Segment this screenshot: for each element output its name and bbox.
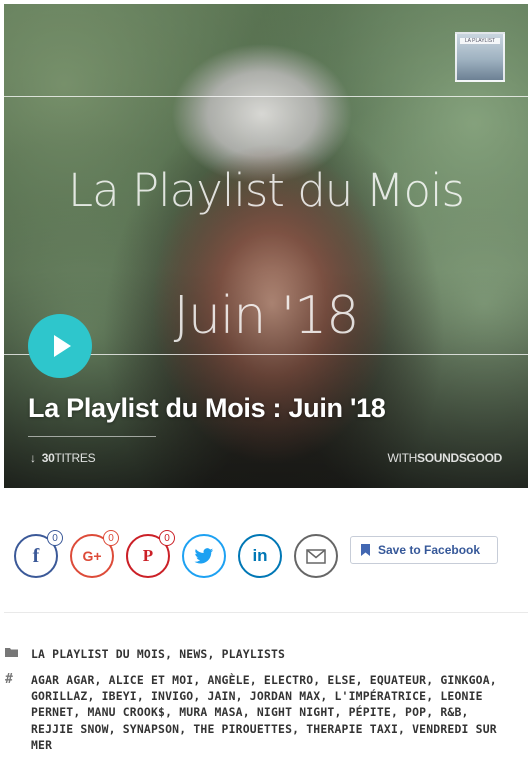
cover-title-line1: La Playlist du Mois bbox=[68, 164, 465, 217]
with-prefix: WITH bbox=[387, 451, 418, 465]
bookmark-icon bbox=[361, 544, 370, 556]
folder-icon bbox=[5, 646, 19, 660]
share-email-button[interactable] bbox=[294, 534, 338, 578]
save-to-facebook-label: Save to Facebook bbox=[378, 543, 481, 557]
share-facebook-button[interactable]: f 0 bbox=[14, 530, 63, 578]
cover-top-rule bbox=[4, 96, 528, 97]
playlist-player: La Playlist du Mois Juin '18 LA PLAYLIST… bbox=[4, 4, 528, 488]
track-count-number: 30 bbox=[41, 451, 55, 465]
facebook-icon: f bbox=[32, 544, 40, 567]
linkedin-icon: in bbox=[252, 546, 268, 565]
facebook-share-count: 0 bbox=[47, 530, 63, 546]
google-plus-icon: G+ bbox=[82, 548, 102, 564]
playlist-title[interactable]: La Playlist du Mois : Juin '18 bbox=[28, 393, 386, 424]
pinterest-icon: P bbox=[142, 546, 154, 565]
hashtag-icon: # bbox=[5, 672, 14, 687]
category-link[interactable]: NEWS bbox=[179, 647, 207, 661]
soundsgood-brand: SOUNDSGOOD bbox=[416, 451, 502, 465]
save-to-facebook-button[interactable]: Save to Facebook bbox=[350, 536, 498, 564]
category-link[interactable]: LA PLAYLIST DU MOIS bbox=[31, 647, 165, 661]
playlist-thumbnail[interactable]: LA PLAYLIST bbox=[455, 32, 505, 82]
category-link[interactable]: PLAYLISTS bbox=[222, 647, 286, 661]
googleplus-share-count: 0 bbox=[103, 530, 119, 546]
tag-list[interactable]: AGAR AGAR, ALICE ET MOI, ANGÈLE, ELECTRO… bbox=[31, 672, 517, 753]
track-count-label: TITRES bbox=[54, 451, 96, 465]
share-bar: f 0 G+ 0 P 0 in bbox=[14, 530, 350, 578]
share-googleplus-button[interactable]: G+ 0 bbox=[70, 530, 119, 578]
share-linkedin-button[interactable]: in bbox=[238, 534, 282, 578]
thumbnail-label: LA PLAYLIST bbox=[460, 38, 500, 44]
share-twitter-button[interactable] bbox=[182, 534, 226, 578]
soundsgood-credit[interactable]: WITHSOUNDSGOOD bbox=[387, 451, 503, 465]
mail-icon bbox=[306, 548, 326, 564]
pinterest-share-count: 0 bbox=[159, 530, 175, 546]
twitter-icon bbox=[194, 547, 214, 563]
play-icon bbox=[54, 335, 71, 357]
share-pinterest-button[interactable]: P 0 bbox=[126, 530, 175, 578]
title-underline bbox=[28, 436, 156, 437]
section-divider bbox=[4, 612, 528, 613]
track-count[interactable]: ↓ 30 TITRES bbox=[30, 451, 96, 465]
play-button[interactable] bbox=[28, 314, 92, 378]
arrow-down-icon: ↓ bbox=[30, 451, 36, 465]
